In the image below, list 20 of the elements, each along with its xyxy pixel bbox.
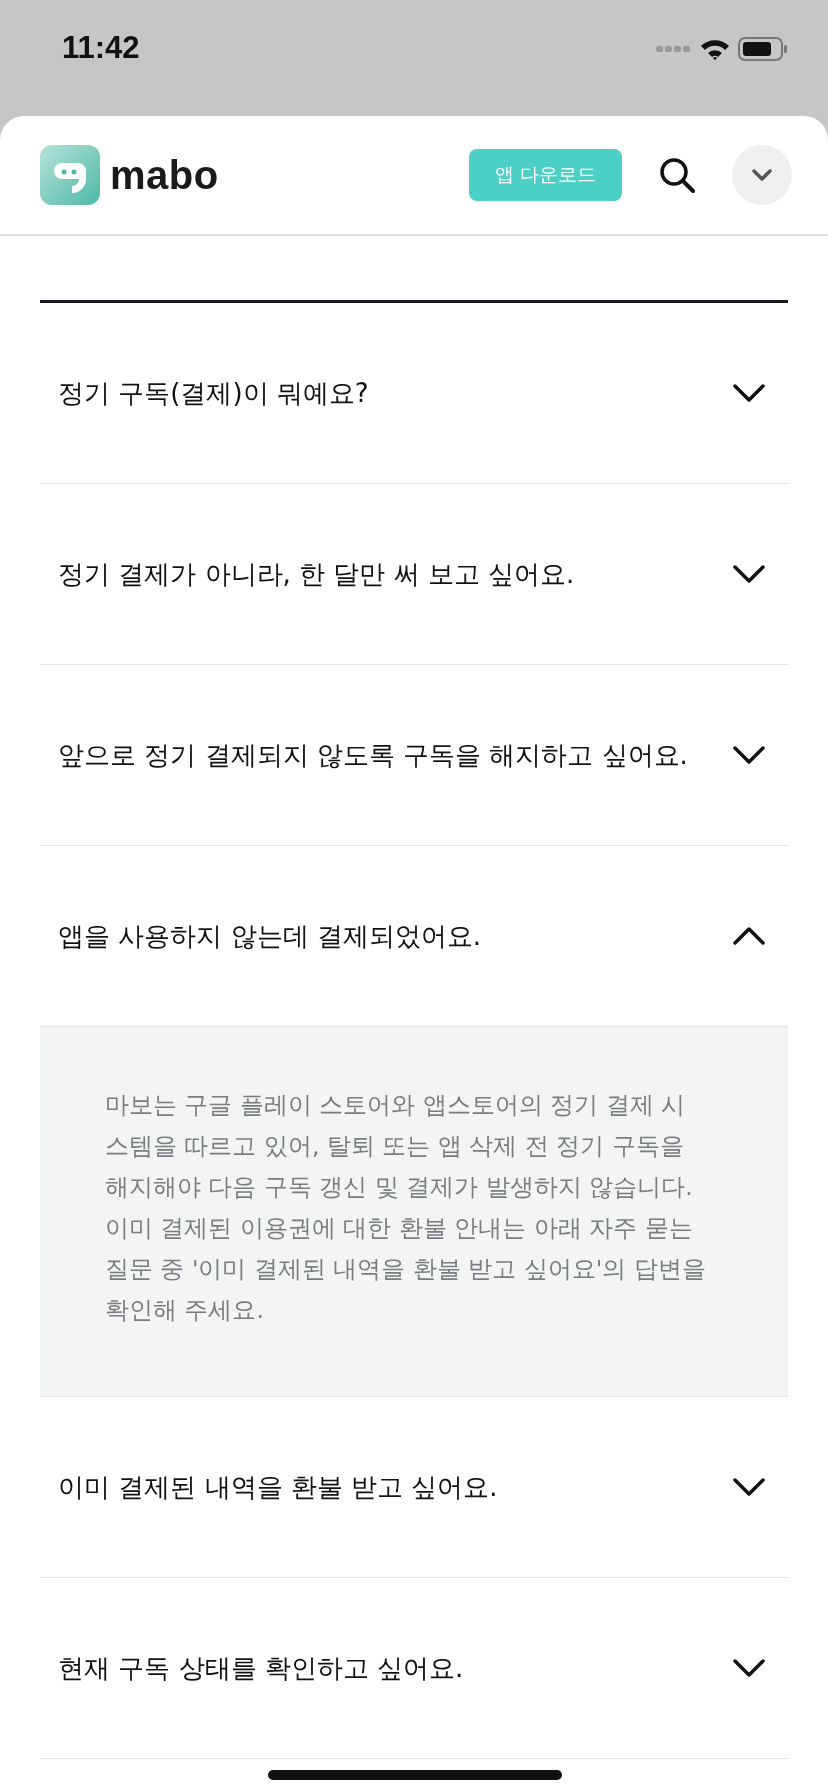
faq-question[interactable]: 이미 결제된 내역을 환불 받고 싶어요.	[40, 1397, 788, 1578]
status-time: 11:42	[62, 30, 140, 66]
chevron-icon[interactable]	[732, 564, 766, 584]
chevron-icon[interactable]	[732, 383, 766, 403]
faq-question[interactable]: 정기 결제가 아니라, 한 달만 써 보고 싶어요.	[40, 484, 788, 665]
battery-icon	[738, 36, 788, 62]
logo-icon	[40, 145, 100, 205]
wifi-icon	[700, 38, 730, 60]
faq-question[interactable]: 현재 구독 상태를 확인하고 싶어요.	[40, 1578, 788, 1759]
chevron-icon[interactable]	[732, 745, 766, 765]
chevron-icon[interactable]	[732, 926, 766, 946]
answer-text: 마보는 구글 플레이 스토어와 앱스토어의 정기 결제 시스템을 따르고 있어, 탈퇴 또는 앱 삭제 전 정기 구독을 해지해야 다음 구독 갱신 및 결제가 발생하지 않습니다. 이미 결제된 이용권에 대한 환불 안내는 아래 자주 묻는 질문 중 '이미 결제된 내역을 환불 받고 싶어요'의 답변을 확인해 주세요.	[105, 1090, 707, 1326]
logo-text[interactable]: mabo	[110, 152, 219, 198]
faq-question[interactable]: 정기 구독(결제)이 뭐예요?	[40, 303, 788, 484]
signal-icon	[656, 45, 692, 53]
search-icon[interactable]	[658, 156, 696, 194]
faq-question[interactable]: 앞으로 정기 결제되지 않도록 구독을 해지하고 싶어요.	[40, 665, 788, 846]
caret-icon	[751, 168, 773, 182]
chevron-icon[interactable]	[732, 1658, 766, 1678]
chevron-icon[interactable]	[732, 1477, 766, 1497]
